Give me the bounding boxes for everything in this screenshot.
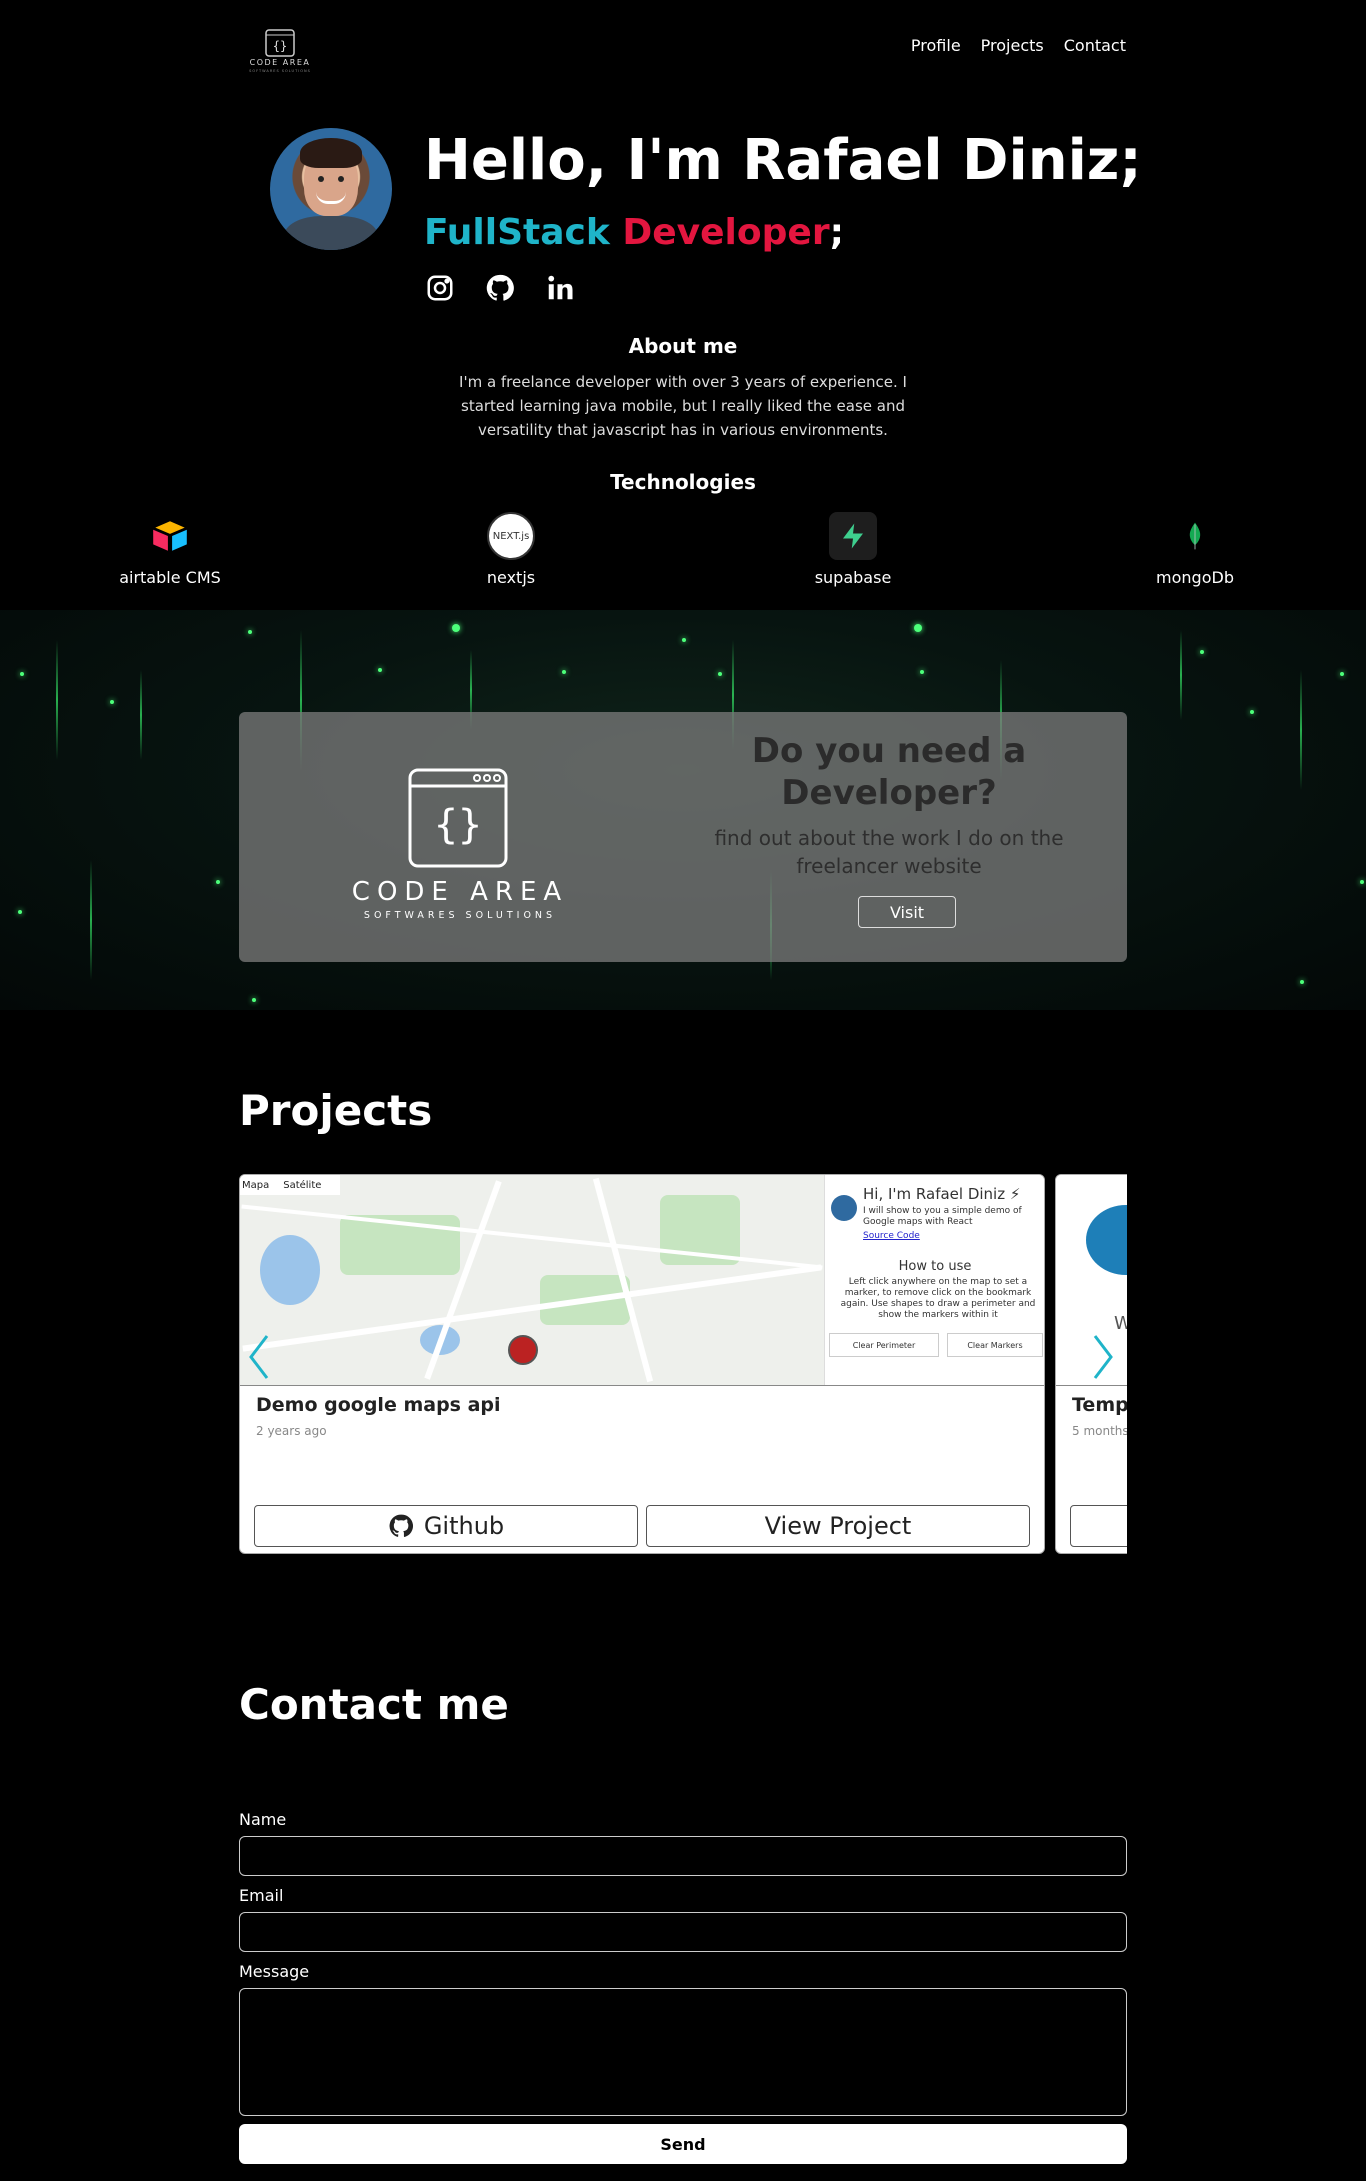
github-icon[interactable] [484,272,516,304]
brand-tagline: SOFTWARES SOLUTIONS [364,910,556,921]
banner-heading: Do you need a Developer? [751,731,1027,813]
github-button-label: Github [423,1512,505,1540]
freelancer-banner: {} CODE AREA SOFTWARES SOLUTIONS Do you … [0,610,1366,1010]
projects-title: Projects [239,1086,433,1135]
nextjs-icon: NEXT.js [487,512,535,560]
tech-label: airtable CMS [119,568,221,587]
code-area-brand-logo: {} CODE AREA SOFTWARES SOLUTIONS [335,768,585,938]
svg-text:CODE AREA: CODE AREA [250,58,311,67]
map-tab-map: Mapa [242,1179,270,1191]
carousel-prev-icon[interactable] [247,1334,271,1380]
tech-item-mongodb: mongoDb [1095,512,1295,587]
email-label: Email [239,1886,284,1905]
supabase-icon [829,512,877,560]
top-nav: Profile Projects Contact [911,36,1126,55]
subtitle-semicolon: ; [829,212,844,253]
tech-item-nextjs: NEXT.js nextjs [411,512,611,587]
svg-text:{}: {} [273,39,287,53]
howto-title: How to use [898,1259,972,1274]
project-card-body: Temp 5 months [1056,1385,1127,1553]
map-info-panel: Hi, I'm Rafael Diniz ⚡ I will show to yo… [824,1175,1044,1385]
message-label: Message [239,1962,310,1981]
send-button[interactable]: Send [239,2124,1127,2164]
linkedin-icon[interactable] [544,272,576,304]
code-area-logo[interactable]: {} CODE AREA SOFTWARES SOLUTIONS [244,28,316,74]
brand-name: CODE AREA [352,877,568,907]
nav-profile[interactable]: Profile [911,36,961,55]
name-input[interactable] [239,1836,1127,1876]
clear-perimeter-button[interactable]: Clear Perimeter [829,1333,939,1357]
message-textarea[interactable] [239,1988,1127,2116]
github-button[interactable]: Github [254,1505,638,1547]
nav-projects[interactable]: Projects [981,36,1044,55]
panel-text: I will show to you a simple demo of Goog… [863,1206,1022,1227]
project-title: Temp [1072,1394,1127,1416]
project-title: Demo google maps api [256,1394,501,1416]
email-input[interactable] [239,1912,1127,1952]
instagram-icon[interactable] [424,272,456,304]
svg-text:{}: {} [434,802,482,848]
project-thumbnail[interactable]: Mapa Satélite Hi, I'm Rafael Diniz ⚡ I w… [240,1175,1044,1385]
nav-contact[interactable]: Contact [1064,36,1126,55]
project-time: 2 years ago [256,1424,327,1438]
contact-title: Contact me [239,1680,509,1729]
svg-text:SOFTWARES SOLUTIONS: SOFTWARES SOLUTIONS [249,69,311,73]
source-code-link[interactable]: Source Code [863,1231,920,1241]
mongodb-icon [1171,512,1219,560]
visit-button[interactable]: Visit [858,896,956,928]
hero-title: Hello, I'm Rafael Diniz; [424,128,1142,193]
projects-carousel: Mapa Satélite Hi, I'm Rafael Diniz ⚡ I w… [239,1174,1127,1556]
freelancer-card: {} CODE AREA SOFTWARES SOLUTIONS Do you … [239,712,1127,962]
map-tab-satellite: Satélite [283,1179,322,1191]
project-time: 5 months [1072,1424,1127,1438]
view-project-button[interactable]: View Project [646,1505,1030,1547]
tech-item-supabase: supabase [753,512,953,587]
tech-label: nextjs [486,568,536,587]
tech-label: mongoDb [1156,568,1234,587]
project-card: Mapa Satélite Hi, I'm Rafael Diniz ⚡ I w… [239,1174,1045,1554]
technologies-title: Technologies [610,470,756,494]
hero-subtitle: FullStack Developer; [424,212,844,253]
carousel-next-icon[interactable] [1091,1334,1115,1380]
panel-title: Hi, I'm Rafael Diniz ⚡ [863,1185,1021,1203]
map-preview: Mapa Satélite [240,1175,824,1385]
about-text: I'm a freelance developer with over 3 ye… [459,373,907,439]
subtitle-fullstack: FullStack [424,212,610,253]
github-icon [389,1514,413,1537]
tech-label: supabase [814,568,892,587]
about-title: About me [628,334,738,358]
howto-text: Left click anywhere on the map to set a … [840,1277,1036,1320]
tech-item-airtable: airtable CMS [70,512,270,587]
banner-text: find out about the work I do on the free… [714,826,1064,878]
project-card-body: Demo google maps api 2 years ago Github … [240,1385,1044,1553]
airtable-icon [146,512,194,560]
social-links [424,272,576,304]
subtitle-developer: Developer [622,212,830,253]
name-label: Name [239,1810,287,1829]
github-button[interactable] [1070,1505,1127,1547]
avatar [270,128,392,250]
clear-markers-button[interactable]: Clear Markers [947,1333,1043,1357]
